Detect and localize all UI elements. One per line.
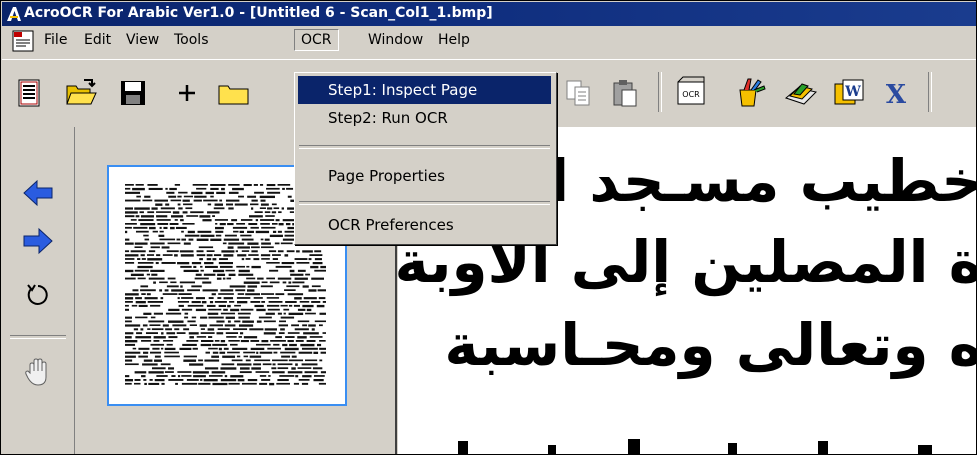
paste-icon[interactable] bbox=[608, 76, 642, 110]
app-window: AcroOCR For Arabic Ver1.0 - [Untitled 6 … bbox=[0, 0, 977, 455]
window-title: AcroOCR For Arabic Ver1.0 - [Untitled 6 … bbox=[24, 5, 493, 21]
save-disk-icon[interactable] bbox=[116, 76, 150, 110]
toolbar-separator bbox=[658, 72, 662, 112]
menu-item-inspect-page[interactable]: Step1: Inspect Page bbox=[298, 76, 551, 104]
back-arrow-icon[interactable] bbox=[20, 175, 56, 211]
menu-view[interactable]: View bbox=[126, 32, 159, 48]
menu-item-page-properties[interactable]: Page Properties bbox=[298, 162, 551, 190]
menu-tools[interactable]: Tools bbox=[174, 32, 209, 48]
open-folder-icon[interactable] bbox=[64, 76, 98, 110]
menu-bar: File Edit View Tools OCR Window Help bbox=[2, 27, 976, 55]
menu-edit[interactable]: Edit bbox=[84, 32, 111, 48]
ocr-text-icon[interactable]: OCR bbox=[674, 76, 708, 110]
app-logo-icon bbox=[5, 5, 23, 23]
add-plus-icon[interactable] bbox=[170, 76, 204, 110]
document-icon[interactable] bbox=[11, 30, 35, 52]
scanner-icon[interactable] bbox=[784, 76, 818, 110]
paint-icon[interactable] bbox=[734, 76, 768, 110]
ocr-menu-dropdown: Step1: Inspect Page Step2: Run OCR Page … bbox=[294, 72, 557, 245]
hand-icon[interactable] bbox=[20, 353, 56, 389]
folder-icon[interactable] bbox=[216, 76, 250, 110]
left-tools-separator bbox=[10, 335, 66, 339]
menu-item-run-ocr[interactable]: Step2: Run OCR bbox=[298, 104, 551, 132]
ocr-icon-label: OCR bbox=[682, 90, 700, 99]
menu-window[interactable]: Window bbox=[368, 32, 423, 48]
document-list-icon[interactable] bbox=[12, 76, 46, 110]
document-partial-line bbox=[398, 427, 976, 454]
document-partial-line-glyphs bbox=[458, 439, 932, 454]
word-export-icon[interactable]: W bbox=[832, 76, 866, 110]
menu-separator bbox=[299, 145, 550, 149]
title-bar[interactable]: AcroOCR For Arabic Ver1.0 - [Untitled 6 … bbox=[2, 2, 976, 26]
menu-ocr[interactable]: OCR bbox=[294, 29, 339, 51]
rotate-icon[interactable] bbox=[20, 277, 56, 313]
forward-arrow-icon[interactable] bbox=[20, 223, 56, 259]
menu-separator bbox=[299, 201, 550, 205]
excel-export-icon[interactable]: X bbox=[880, 76, 914, 110]
menu-help[interactable]: Help bbox=[438, 32, 470, 48]
copy-icon[interactable] bbox=[562, 76, 596, 110]
svg-text:W: W bbox=[844, 84, 861, 100]
toolbar-separator-end bbox=[928, 72, 932, 112]
document-line-3: ه وتعالى ومحـاسبة bbox=[444, 311, 977, 379]
navigation-toolbar bbox=[2, 127, 75, 454]
menu-item-ocr-preferences[interactable]: OCR Preferences bbox=[298, 211, 551, 239]
menu-file[interactable]: File bbox=[44, 32, 67, 48]
svg-text:X: X bbox=[886, 80, 907, 110]
